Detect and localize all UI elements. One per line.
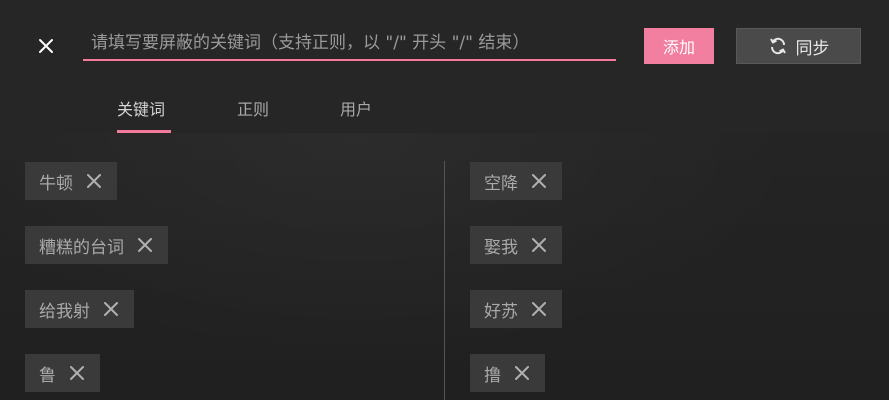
remove-icon xyxy=(532,302,546,316)
keyword-chip: 空降 xyxy=(470,162,562,200)
filter-tabs: 关键词 正则 用户 xyxy=(0,88,889,133)
keyword-chip-label: 空降 xyxy=(484,173,518,194)
remove-icon xyxy=(138,238,152,252)
keyword-chip-label: 好苏 xyxy=(484,301,518,322)
remove-icon xyxy=(104,302,118,316)
add-button[interactable]: 添加 xyxy=(644,28,714,64)
tab-keywords-label: 关键词 xyxy=(117,100,166,119)
blocklist-header: 添加 同步 关键词 正则 用户 xyxy=(0,0,889,133)
remove-keyword-button[interactable] xyxy=(530,172,548,190)
close-icon xyxy=(39,39,53,53)
keyword-chip-label: 给我射 xyxy=(39,301,90,322)
sync-button[interactable]: 同步 xyxy=(736,28,861,64)
remove-keyword-button[interactable] xyxy=(136,236,154,254)
remove-keyword-button[interactable] xyxy=(68,364,86,382)
remove-icon xyxy=(70,366,84,380)
remove-keyword-button[interactable] xyxy=(513,364,531,382)
keyword-chip: 鲁 xyxy=(25,354,100,392)
keyword-chip: 给我射 xyxy=(25,290,134,328)
keyword-chip-label: 鲁 xyxy=(39,365,56,386)
tab-regex-label: 正则 xyxy=(237,100,270,119)
remove-icon xyxy=(532,174,546,188)
remove-icon xyxy=(532,238,546,252)
tab-regex[interactable]: 正则 xyxy=(237,88,277,133)
remove-keyword-button[interactable] xyxy=(530,300,548,318)
sync-icon xyxy=(769,37,786,55)
keyword-chip-label: 糟糕的台词 xyxy=(39,237,124,258)
close-button[interactable] xyxy=(33,33,59,59)
keyword-input-field xyxy=(83,26,616,61)
keyword-chip-label: 娶我 xyxy=(484,237,518,258)
keyword-list: 牛顿 糟糕的台词 给我射 鲁 空降 娶我 好苏 撸 xyxy=(0,133,889,400)
keyword-chip-label: 撸 xyxy=(484,365,501,386)
keyword-chip: 撸 xyxy=(470,354,545,392)
keyword-chip-label: 牛顿 xyxy=(39,173,73,194)
remove-icon xyxy=(515,366,529,380)
keyword-chip: 糟糕的台词 xyxy=(25,226,168,264)
remove-icon xyxy=(87,174,101,188)
keyword-chip: 娶我 xyxy=(470,226,562,264)
tab-users-label: 用户 xyxy=(340,100,373,119)
remove-keyword-button[interactable] xyxy=(102,300,120,318)
remove-keyword-button[interactable] xyxy=(85,172,103,190)
tab-keywords[interactable]: 关键词 xyxy=(117,88,171,133)
keyword-input[interactable] xyxy=(83,26,616,59)
sync-button-label: 同步 xyxy=(795,38,830,59)
active-tab-indicator xyxy=(117,130,171,133)
tab-users[interactable]: 用户 xyxy=(340,88,380,133)
column-divider xyxy=(444,161,445,400)
remove-keyword-button[interactable] xyxy=(530,236,548,254)
keyword-chip: 牛顿 xyxy=(25,162,117,200)
keyword-chip: 好苏 xyxy=(470,290,562,328)
add-button-label: 添加 xyxy=(662,38,695,57)
